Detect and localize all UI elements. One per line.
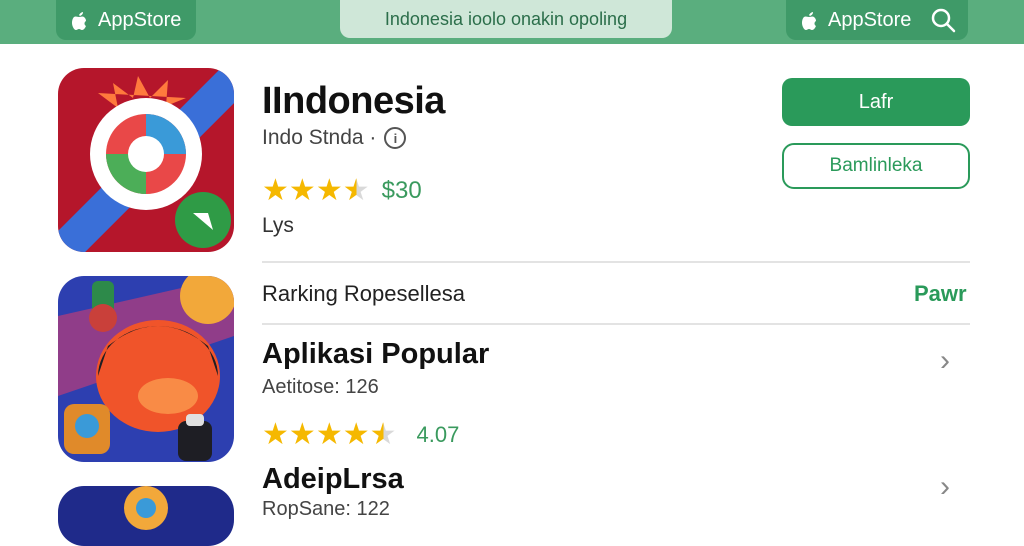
chevron-right-icon[interactable]: › <box>940 470 950 504</box>
star-icon: ★ <box>288 418 316 451</box>
get-button[interactable]: Lafr <box>782 78 970 126</box>
star-icon: ★ <box>369 418 397 451</box>
ranking-label: Rarking Ropesellesa <box>262 281 465 306</box>
appstore-button-right[interactable]: AppStore <box>786 0 968 40</box>
search-bar[interactable]: Indonesia ioolo onakin opoling <box>340 0 672 38</box>
star-icon: ★ <box>315 418 343 451</box>
rating-value: 4.07 <box>416 422 460 447</box>
app-price: $30 <box>381 177 422 204</box>
list-item-title[interactable]: AdeipLrsa <box>262 463 404 496</box>
divider <box>262 323 970 325</box>
appstore-button-left[interactable]: AppStore <box>56 0 196 40</box>
app-extra-info: Lys <box>262 214 294 237</box>
list-item-subtitle: RopSane: 122 <box>262 498 390 520</box>
featured-rating: ★ ★ ★ ★ $30 <box>262 176 422 206</box>
search-icon[interactable] <box>929 6 956 34</box>
developer-name: Indo Stnda · <box>262 126 377 149</box>
chevron-right-icon[interactable]: › <box>940 344 950 378</box>
search-text: Indonesia ioolo onakin opoling <box>384 8 628 29</box>
featured-app-icon[interactable] <box>58 68 234 252</box>
app-icon[interactable] <box>58 486 234 546</box>
star-icon: ★ <box>342 174 370 207</box>
apple-icon <box>798 9 820 31</box>
list-item-title[interactable]: Aplikasi Popular <box>262 338 489 371</box>
star-icon: ★ <box>262 418 289 451</box>
app-title: IIndonesia <box>262 80 445 122</box>
ranking-link[interactable]: Pawr <box>914 281 967 307</box>
appstore-label: AppStore <box>828 8 912 31</box>
star-icon: ★ <box>342 418 370 451</box>
list-item-rating: ★ ★ ★ ★ ★ 4.07 <box>262 420 459 450</box>
secondary-button[interactable]: Bamlinleka <box>782 143 970 189</box>
info-icon[interactable]: i <box>384 127 407 149</box>
star-icon: ★ <box>315 174 343 207</box>
app-subtitle: Indo Stnda · i <box>262 126 407 150</box>
star-icon: ★ <box>288 174 316 207</box>
popular-app-icon[interactable] <box>58 276 234 462</box>
top-bar: AppStore Indonesia ioolo onakin opoling … <box>0 0 1024 44</box>
apple-icon <box>68 9 90 31</box>
appstore-label: AppStore <box>98 8 182 31</box>
list-item-subtitle: Aetitose: 126 <box>262 376 379 398</box>
divider <box>262 261 970 263</box>
star-icon: ★ <box>262 174 289 207</box>
